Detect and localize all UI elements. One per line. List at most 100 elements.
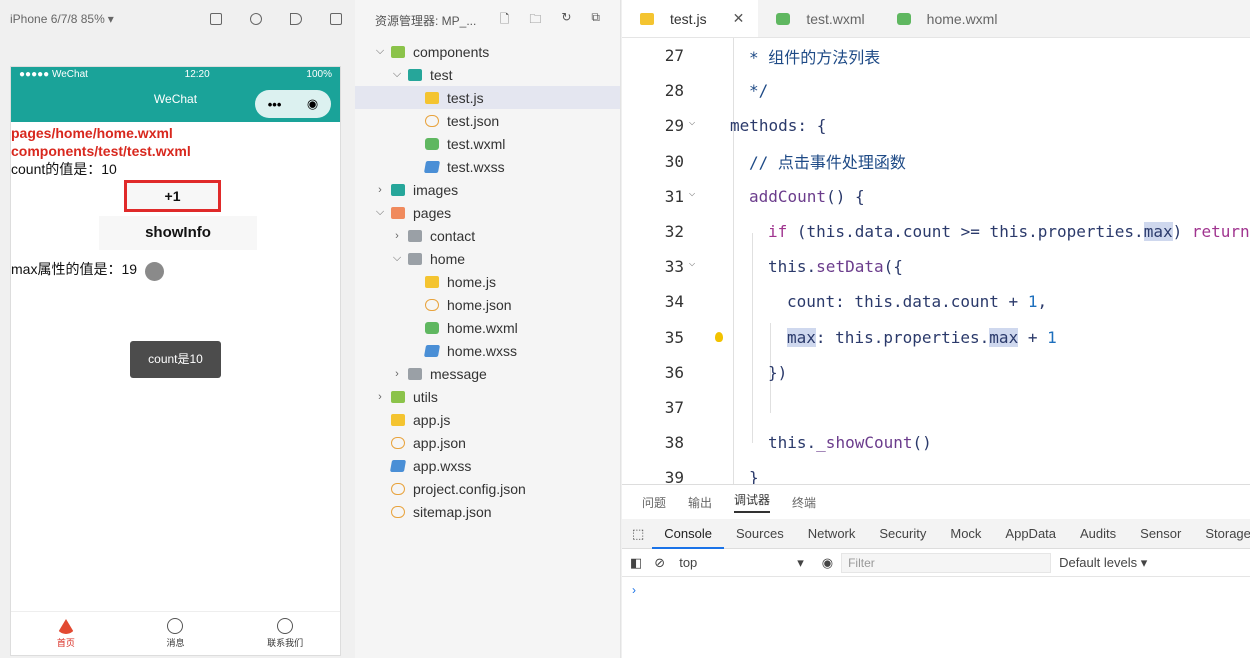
tree-item-label: utils	[413, 388, 438, 405]
wxml-file-icon	[425, 321, 439, 334]
tree-item[interactable]: › utils	[355, 385, 620, 408]
tab-message[interactable]: 消息	[145, 618, 205, 649]
code-area[interactable]: 27 * 组件的方法列表 28 */29 ⌵ methods: {30// 点击事件处理函…	[622, 38, 1250, 484]
folder-icon	[391, 183, 405, 196]
clear-console-icon[interactable]: ⊘	[654, 555, 665, 571]
devtools-tab-audits[interactable]: Audits	[1068, 519, 1128, 549]
chevron-right-icon[interactable]: ›	[390, 368, 404, 380]
capsule-menu[interactable]: ••• ◉	[255, 90, 331, 118]
chevron-down-icon[interactable]: ⌵	[373, 45, 387, 58]
devtools-tab-console[interactable]: Console	[652, 519, 724, 549]
tree-item[interactable]: test.js	[355, 86, 620, 109]
chevron-down-icon[interactable]: ⌵	[390, 252, 404, 265]
wxml-file-icon	[896, 12, 911, 25]
code-token: ()	[912, 433, 932, 453]
tab-test-js[interactable]: test.js ✕	[622, 0, 759, 37]
chevron-right-icon[interactable]: ›	[373, 184, 387, 196]
wxss-file-icon	[389, 459, 407, 472]
tree-item[interactable]: home.json	[355, 293, 620, 316]
context-select[interactable]: top	[679, 555, 797, 570]
devtools-tab-sensor[interactable]: Sensor	[1128, 519, 1193, 549]
tree-item-label: message	[430, 365, 487, 382]
inspect-icon[interactable]: ⬚	[622, 526, 652, 542]
devtools-tab-security[interactable]: Security	[867, 519, 938, 549]
tab-label: 联系我们	[267, 638, 304, 648]
lightbulb-icon[interactable]	[715, 332, 723, 343]
file-tree: ⌵ components ⌵ test test.js test.json test.wxm…	[355, 40, 620, 523]
devtools-tab-appdata[interactable]: AppData	[993, 519, 1068, 549]
record-icon[interactable]	[250, 13, 262, 25]
json-file-icon	[425, 114, 439, 127]
tree-item[interactable]: ⌵ home	[355, 247, 620, 270]
code-token: }	[749, 468, 759, 484]
console-prompt[interactable]: ›	[622, 577, 1250, 603]
tree-item[interactable]: › message	[355, 362, 620, 385]
tree-item[interactable]: test.wxss	[355, 155, 620, 178]
close-mini-program-icon[interactable]: ◉	[307, 96, 318, 112]
devtools-tab-network[interactable]: Network	[796, 519, 868, 549]
devtools-tab-sources[interactable]: Sources	[724, 519, 796, 549]
devtools-tab-mock[interactable]: Mock	[938, 519, 993, 549]
panel-tab[interactable]: 终端	[792, 494, 816, 511]
tree-item[interactable]: › contact	[355, 224, 620, 247]
line-number: 27	[664, 46, 684, 66]
simulator-pane: iPhone 6/7/8 85% ▾ ●●●●● WeChat 12:20 100…	[0, 0, 352, 658]
refresh-icon[interactable]: ↻	[561, 10, 571, 31]
tab-home[interactable]: 首页	[36, 618, 96, 649]
more-icon[interactable]: •••	[268, 97, 282, 112]
json-file-icon	[391, 436, 405, 449]
panel-tab[interactable]: 问题	[642, 494, 666, 511]
chevron-down-icon[interactable]: ▾	[797, 555, 804, 571]
code-token: 1	[1047, 327, 1057, 347]
tree-item[interactable]: test.wxml	[355, 132, 620, 155]
chevron-down-icon[interactable]: ⌵	[373, 206, 387, 219]
tree-item[interactable]: project.config.json	[355, 477, 620, 500]
showinfo-button[interactable]: showInfo	[99, 216, 257, 250]
new-file-icon[interactable]: 🗋	[500, 10, 510, 31]
tree-item[interactable]: ⌵ pages	[355, 201, 620, 224]
fold-chevron-icon[interactable]: ⌵	[684, 115, 700, 128]
eye-icon[interactable]: ◉	[822, 555, 833, 571]
chevron-right-icon[interactable]: ›	[390, 230, 404, 242]
fold-chevron-icon[interactable]: ⌵	[684, 186, 700, 199]
panel-tab[interactable]: 调试器	[734, 491, 771, 513]
chevron-down-icon[interactable]: ▾	[108, 12, 114, 26]
chevron-right-icon[interactable]: ›	[373, 391, 387, 403]
code-line: 37	[622, 390, 1250, 425]
add-one-button[interactable]: +1	[124, 180, 221, 212]
tree-item[interactable]: home.wxml	[355, 316, 620, 339]
fold-chevron-icon[interactable]: ⌵	[684, 256, 700, 269]
chevron-down-icon[interactable]: ⌵	[390, 68, 404, 81]
tree-item-label: home.json	[447, 296, 512, 313]
tree-item[interactable]: test.json	[355, 109, 620, 132]
filter-input[interactable]: Filter	[841, 552, 1052, 573]
volume-icon[interactable]	[290, 13, 302, 25]
tree-item[interactable]: › images	[355, 178, 620, 201]
popout-icon[interactable]	[330, 13, 342, 25]
tree-item[interactable]: home.js	[355, 270, 620, 293]
tree-item[interactable]: ⌵ components	[355, 40, 620, 63]
js-file-icon	[425, 275, 439, 288]
panel-tab[interactable]: 输出	[688, 494, 712, 511]
tree-item[interactable]: app.wxss	[355, 454, 620, 477]
editor-tabs: test.js ✕ test.wxml home.wxml	[622, 0, 1250, 38]
device-select[interactable]: iPhone 6/7/8 85%	[10, 12, 105, 26]
phone-icon[interactable]	[210, 13, 222, 25]
levels-select[interactable]: Default levels ▾	[1059, 555, 1147, 571]
phone-screen: ●●●●● WeChat 12:20 100% WeChat ••• ◉ pag…	[10, 66, 341, 656]
tree-item[interactable]: sitemap.json	[355, 500, 620, 523]
tree-item[interactable]: home.wxss	[355, 339, 620, 362]
sidebar-toggle-icon[interactable]: ◧	[630, 555, 642, 571]
line-number: 35	[664, 327, 684, 347]
code-token: max	[787, 327, 816, 347]
tab-home-wxml[interactable]: home.wxml	[879, 0, 1012, 37]
tree-item[interactable]: app.js	[355, 408, 620, 431]
devtools-tab-storage[interactable]: Storage	[1193, 519, 1250, 549]
new-folder-icon[interactable]: 🗀	[529, 10, 541, 31]
collapse-all-icon[interactable]: ⧉	[591, 10, 600, 31]
close-icon[interactable]: ✕	[733, 10, 745, 27]
tab-test-wxml[interactable]: test.wxml	[758, 0, 878, 37]
tab-contact[interactable]: 联系我们	[255, 618, 315, 649]
tree-item[interactable]: app.json	[355, 431, 620, 454]
tree-item[interactable]: ⌵ test	[355, 63, 620, 86]
